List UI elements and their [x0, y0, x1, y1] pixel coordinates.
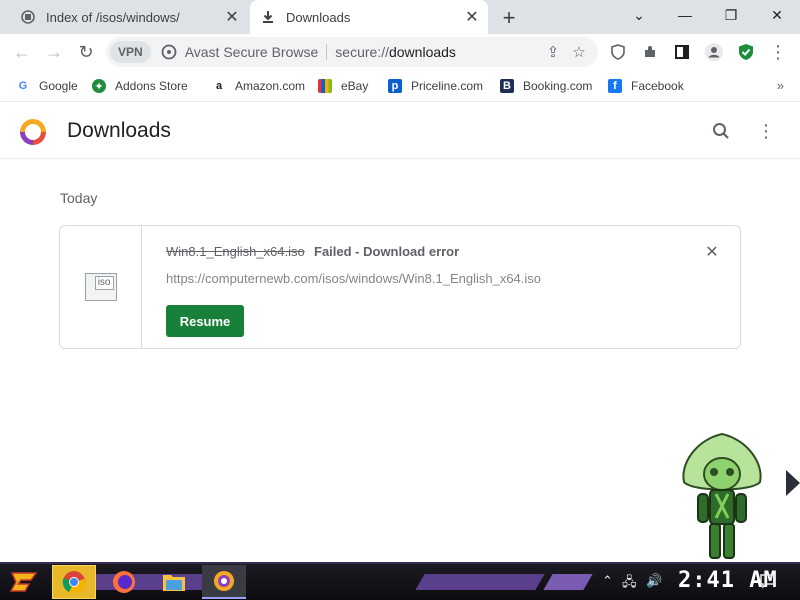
more-options-icon[interactable]: ⋮: [754, 119, 778, 143]
facebook-icon: f: [608, 79, 622, 93]
taskbar: ⌃ 🖧 🔊 2:41 AM: [0, 562, 800, 600]
bookmark-label: Addons Store: [115, 79, 188, 93]
security-check-icon[interactable]: [734, 40, 758, 64]
bookmark-facebook[interactable]: f Facebook: [608, 76, 684, 96]
desktop-mascot-image: [682, 432, 762, 559]
date-section-label: Today: [60, 190, 98, 206]
page-title: Downloads: [67, 119, 171, 142]
file-icon-cell: iso: [60, 226, 142, 348]
firefox-icon: [113, 571, 135, 593]
file-type-badge: iso: [94, 276, 114, 290]
url-path: downloads: [388, 44, 456, 60]
google-icon: G: [18, 80, 28, 92]
download-status: Failed - Download error: [314, 244, 460, 259]
chevron-down-icon[interactable]: ⌄: [616, 0, 662, 30]
close-window-button[interactable]: ✕: [754, 0, 800, 30]
bookmark-google[interactable]: G Google: [16, 76, 78, 96]
taskbar-firefox[interactable]: [102, 565, 146, 599]
chevron-up-icon[interactable]: ⌃: [602, 573, 613, 589]
avast-logo-icon: [20, 119, 46, 145]
bookmark-ebay[interactable]: eBay: [318, 76, 368, 96]
tab-close-icon[interactable]: ✕: [462, 7, 482, 27]
tab-index-of-isos[interactable]: Index of /isos/windows/ ✕: [10, 0, 248, 34]
chrome-icon: [62, 571, 85, 594]
url-text[interactable]: secure://downloads: [335, 44, 540, 60]
star-icon[interactable]: ☆: [566, 39, 592, 65]
share-icon[interactable]: ⇪: [540, 39, 566, 65]
page-icon: [20, 9, 36, 25]
remove-download-icon[interactable]: ✕: [702, 242, 722, 262]
volume-icon[interactable]: 🔊: [646, 573, 662, 589]
address-bar[interactable]: VPN Avast Secure Browse secure://downloa…: [106, 37, 598, 67]
bookmark-label: eBay: [341, 79, 369, 93]
sidebar-icon[interactable]: [670, 40, 694, 64]
taskbar-file-explorer[interactable]: [152, 565, 196, 599]
taskbar-decoration: [543, 574, 593, 590]
url-scheme: secure://: [335, 44, 389, 60]
reload-button[interactable]: ↻: [72, 38, 100, 66]
menu-icon[interactable]: ⋮: [766, 40, 790, 64]
bookmark-priceline[interactable]: p Priceline.com: [388, 76, 483, 96]
file-iso-icon: iso: [84, 273, 117, 301]
download-filename[interactable]: Win8.1_English_x64.iso: [166, 244, 305, 259]
shield-icon: [161, 44, 177, 60]
toolbar: ← → ↻ VPN Avast Secure Browse secure://d…: [0, 34, 800, 70]
privacy-shield-icon[interactable]: [606, 40, 630, 64]
download-url[interactable]: https://computernewb.com/isos/windows/Wi…: [166, 271, 541, 286]
download-icon: [260, 9, 276, 25]
notifications-icon[interactable]: [760, 573, 776, 592]
bookmark-label: Booking.com: [523, 79, 593, 93]
bookmark-booking[interactable]: B Booking.com: [500, 76, 592, 96]
download-item-card: iso Win8.1_English_x64.iso Failed - Down…: [59, 225, 741, 349]
ebay-icon: [318, 79, 332, 93]
booking-icon: B: [500, 79, 514, 93]
downloads-header: Downloads ⋮: [0, 103, 800, 159]
bookmarks-bar: G Google ✦ Addons Store a Amazon.com eBa…: [0, 70, 800, 102]
tab-title: Downloads: [286, 9, 351, 25]
bookmark-addons-store[interactable]: ✦ Addons Store: [92, 76, 188, 96]
taskbar-avast-browser[interactable]: [202, 565, 246, 599]
search-icon[interactable]: [709, 119, 733, 143]
restore-button[interactable]: ❐: [708, 0, 754, 30]
network-icon[interactable]: 🖧: [622, 573, 637, 595]
back-button[interactable]: ←: [8, 38, 36, 66]
bookmark-amazon[interactable]: a Amazon.com: [212, 76, 305, 96]
new-tab-button[interactable]: +: [496, 5, 522, 31]
tab-close-icon[interactable]: ✕: [222, 7, 242, 27]
tab-strip: Index of /isos/windows/ ✕ Downloads ✕ + …: [0, 0, 800, 34]
forward-button[interactable]: →: [40, 38, 68, 66]
bookmark-label: Google: [39, 79, 78, 93]
start-button[interactable]: [2, 565, 46, 599]
taskbar-chrome[interactable]: [52, 565, 96, 599]
tab-downloads[interactable]: Downloads ✕: [250, 0, 488, 34]
minimize-button[interactable]: —: [662, 0, 708, 30]
cursor-arrow-icon: [786, 470, 800, 496]
tab-title: Index of /isos/windows/: [46, 9, 180, 25]
bookmark-label: Priceline.com: [411, 79, 484, 93]
folder-icon: [163, 575, 185, 591]
resume-button[interactable]: Resume: [166, 305, 244, 337]
browser-brand-label: Avast Secure Browse: [185, 44, 328, 60]
avast-browser-icon: [214, 571, 234, 591]
amazon-icon: a: [215, 80, 223, 92]
extensions-icon[interactable]: [638, 40, 662, 64]
taskbar-decoration: [415, 574, 545, 590]
bookmark-label: Facebook: [631, 79, 684, 93]
more-bookmarks-icon[interactable]: »: [777, 78, 784, 93]
bookmark-label: Amazon.com: [235, 79, 306, 93]
vpn-button[interactable]: VPN: [110, 41, 151, 63]
profile-icon[interactable]: [702, 40, 726, 64]
priceline-icon: p: [388, 79, 402, 93]
addons-store-icon: ✦: [92, 79, 106, 93]
